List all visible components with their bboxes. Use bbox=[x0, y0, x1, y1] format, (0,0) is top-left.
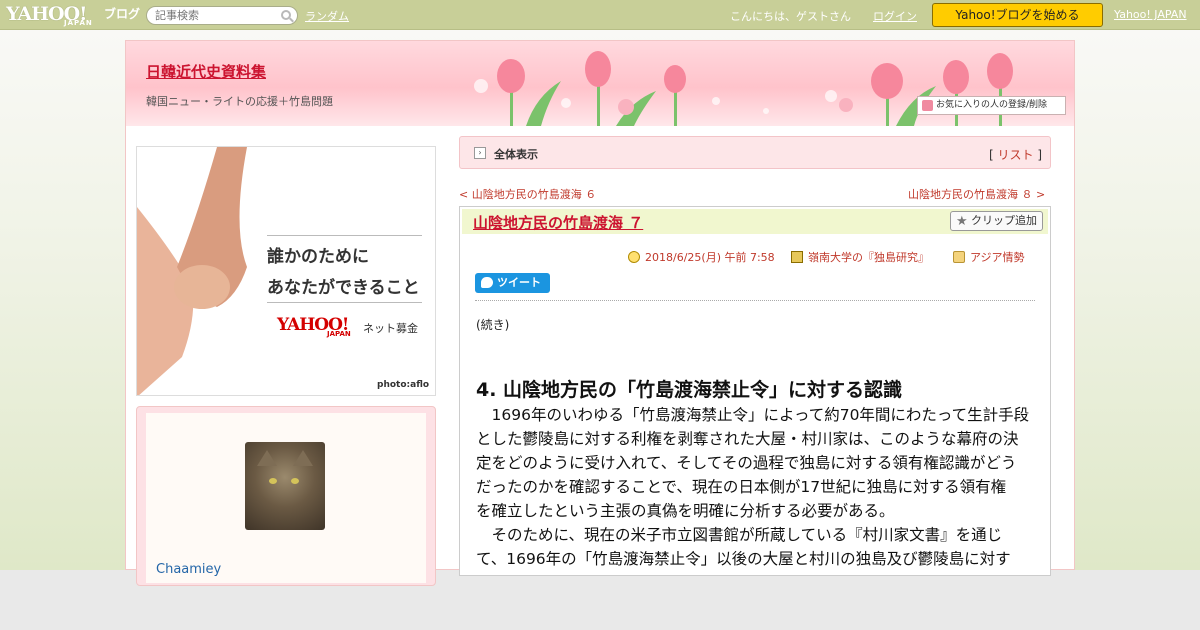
star-icon: ★ bbox=[956, 214, 968, 229]
heart-icon bbox=[922, 100, 933, 111]
tweet-label: ツイート bbox=[497, 276, 541, 289]
yahoo-blog-logo[interactable]: YAHOO! JAPAN ブログ bbox=[6, 3, 140, 27]
bracket-open: [ bbox=[988, 148, 994, 162]
clock-icon bbox=[628, 251, 640, 263]
article-category-group: 嶺南大学の『独島研究』 bbox=[791, 249, 929, 265]
body-line: て、1696年の「竹島渡海禁止令」以後の大屋と村川の独島及び鬱陵島に対す bbox=[476, 550, 1011, 568]
clip-add-button[interactable]: ★ クリップ追加 bbox=[950, 211, 1043, 231]
ad-rule-bottom bbox=[267, 302, 422, 303]
blog-title[interactable]: 日韓近代史資料集 bbox=[146, 61, 266, 82]
ad-photo-credit: photo:aflo bbox=[377, 380, 430, 390]
profile-inner: Chaamiey bbox=[146, 413, 426, 583]
top-bar: YAHOO! JAPAN ブログ ランダム こんにちは、ゲストさん ログイン Y… bbox=[0, 0, 1200, 30]
clip-button-label: クリップ追加 bbox=[971, 214, 1037, 227]
article-folder[interactable]: アジア情勢 bbox=[970, 251, 1025, 264]
blog-subtitle: 韓国ニュー・ライトの応援＋竹島問題 bbox=[146, 95, 333, 108]
search-input[interactable] bbox=[155, 9, 275, 22]
body-line: だったのかを確認することで、現在の日本側が17世紀に独島に対する領有権 bbox=[476, 478, 1007, 496]
logo-blog: ブログ bbox=[104, 7, 141, 21]
book-icon bbox=[791, 251, 803, 263]
cat-eye-left bbox=[269, 478, 277, 484]
avatar[interactable] bbox=[245, 442, 325, 530]
bracket-close: ] bbox=[1037, 148, 1042, 162]
article-category[interactable]: 嶺南大学の『独島研究』 bbox=[808, 251, 929, 264]
cat-ear-right bbox=[293, 450, 313, 466]
dotted-divider bbox=[475, 300, 1035, 301]
list-link-group: [ リスト ] bbox=[989, 146, 1042, 163]
continued-label: (続き) bbox=[476, 318, 510, 332]
body-line: そのために、現在の米子市立図書館が所蔵している『村川家文書』を通じ bbox=[476, 526, 1003, 544]
article-search-box bbox=[146, 6, 298, 25]
body-line: を確立したという主張の真偽を明確に分析する必要がある。 bbox=[476, 502, 895, 520]
prev-article-link[interactable]: < 山陰地方民の竹島渡海 ６ bbox=[459, 186, 596, 202]
article-header: 山陰地方民の竹島渡海 ７ ★ クリップ追加 bbox=[462, 209, 1048, 234]
article-folder-group: アジア情勢 bbox=[953, 249, 1025, 265]
cat-eye-right bbox=[291, 478, 299, 484]
list-bar: › 全体表示 [ リスト ] bbox=[459, 136, 1051, 169]
tweet-button[interactable]: ツイート bbox=[475, 273, 550, 293]
random-link[interactable]: ランダム bbox=[305, 8, 349, 24]
yahoo-japan-link[interactable]: Yahoo! JAPAN bbox=[1114, 8, 1187, 21]
ad-line2: あなたができること bbox=[267, 278, 420, 298]
logo-sub: JAPAN bbox=[64, 19, 93, 27]
profile-username[interactable]: Chaamiey bbox=[156, 562, 221, 577]
twitter-bird-icon bbox=[481, 277, 493, 288]
holding-hands-image bbox=[137, 147, 247, 395]
guest-greeting: こんにちは、ゲストさん bbox=[730, 10, 851, 23]
start-blog-button[interactable]: Yahoo!ブログを始める bbox=[932, 3, 1103, 27]
login-link[interactable]: ログイン bbox=[873, 8, 917, 24]
ad-rule-top bbox=[267, 235, 422, 236]
article-date-group: 2018/6/25(月) 午前 7:58 bbox=[628, 249, 775, 265]
body-line: 定をどのように受け入れて、そしてその過程で独島に対する領有権認識がどう bbox=[476, 454, 1017, 472]
profile-box: Chaamiey bbox=[136, 406, 436, 586]
folder-icon bbox=[953, 251, 965, 263]
blog-header: 日韓近代史資料集 韓国ニュー・ライトの応援＋竹島問題 お気に入りの人の登録/削除 bbox=[126, 41, 1074, 126]
body-line: とした鬱陵島に対する利権を剥奪された大屋・村川家は、このような幕府の決 bbox=[476, 430, 1019, 448]
article-date[interactable]: 2018/6/25(月) 午前 7:58 bbox=[645, 251, 775, 264]
favorite-button-label: お気に入りの人の登録/削除 bbox=[936, 100, 1048, 110]
favorite-register-button[interactable]: お気に入りの人の登録/削除 bbox=[917, 96, 1066, 115]
article-entry: 山陰地方民の竹島渡海 ７ ★ クリップ追加 2018/6/25(月) 午前 7:… bbox=[459, 206, 1051, 576]
ad-line1: 誰かのために bbox=[267, 247, 369, 267]
section-heading: 4. 山陰地方民の「竹島渡海禁止令」に対する認識 bbox=[476, 379, 903, 401]
list-link[interactable]: リスト bbox=[997, 148, 1033, 162]
show-all-label[interactable]: 全体表示 bbox=[494, 146, 538, 162]
blog-frame: 日韓近代史資料集 韓国ニュー・ライトの応援＋竹島問題 お気に入りの人の登録/削除… bbox=[125, 40, 1075, 586]
donation-ad-banner[interactable]: 誰かのために あなたができること YAHOO! JAPAN ネット募金 phot… bbox=[136, 146, 436, 396]
cat-ear-left bbox=[257, 450, 277, 466]
search-icon[interactable] bbox=[281, 10, 291, 20]
article-title[interactable]: 山陰地方民の竹島渡海 ７ bbox=[473, 212, 643, 233]
next-article-link[interactable]: 山陰地方民の竹島渡海 ８ > bbox=[908, 186, 1045, 202]
ad-service: ネット募金 bbox=[363, 322, 418, 335]
body-line: 1696年のいわゆる「竹島渡海禁止令」によって約70年間にわたって生計手段 bbox=[476, 406, 1030, 424]
arrow-right-icon: › bbox=[474, 147, 486, 159]
ad-brand-sub: JAPAN bbox=[327, 330, 351, 338]
